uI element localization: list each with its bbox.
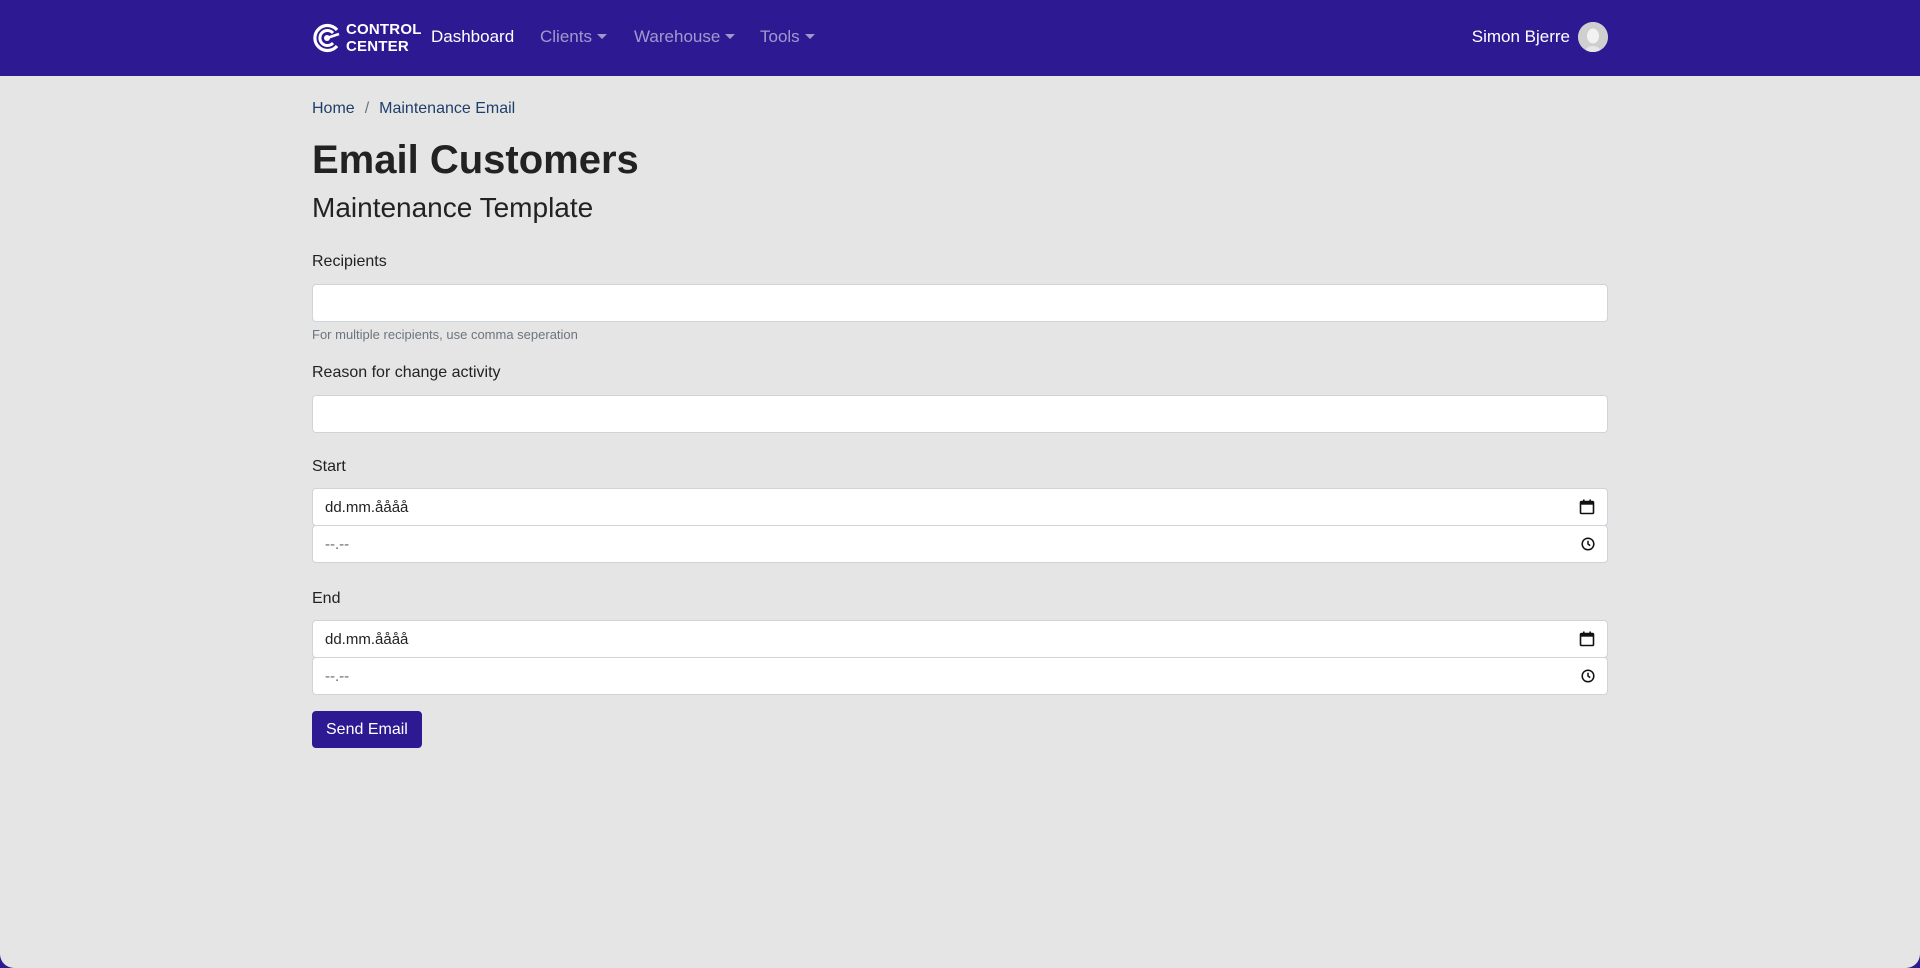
user-name: Simon Bjerre	[1471, 27, 1570, 46]
actions: Send Email	[312, 711, 1608, 748]
brand-line-1: CONTROL	[346, 21, 422, 38]
clock-icon[interactable]	[1581, 537, 1595, 551]
start-time-input[interactable]: --.--	[312, 525, 1608, 563]
brand-logo[interactable]: CONTROL CENTER	[312, 20, 422, 56]
nav-clients-dropdown[interactable]: Clients	[540, 26, 607, 48]
reason-input[interactable]	[312, 395, 1608, 433]
nav-tools-label: Tools	[760, 27, 800, 46]
page-subtitle: Maintenance Template	[312, 192, 594, 223]
nav-clients-label: Clients	[540, 27, 592, 46]
send-email-button[interactable]: Send Email	[312, 711, 422, 748]
recipients-input[interactable]	[312, 284, 1608, 322]
page-title: Email Customers	[312, 138, 639, 182]
nav-tools-dropdown[interactable]: Tools	[760, 26, 815, 48]
brand-line-2: CENTER	[346, 38, 409, 55]
reason-label: Reason for change activity	[312, 364, 501, 381]
caret-down-icon	[596, 34, 607, 39]
breadcrumb-home-link[interactable]: Home	[312, 100, 355, 122]
recipients-group: Recipients For multiple recipients, use …	[312, 252, 1608, 343]
caret-down-icon	[804, 34, 815, 39]
end-time-input[interactable]: --.--	[312, 657, 1608, 695]
end-label: End	[312, 590, 341, 607]
nav-dashboard[interactable]: Dashboard	[431, 26, 514, 48]
breadcrumb: Home / Maintenance Email	[312, 100, 1608, 122]
reason-group: Reason for change activity	[312, 363, 1608, 433]
main-content: Home / Maintenance Email Email Customers…	[312, 100, 1608, 748]
end-time-placeholder: --.--	[325, 667, 350, 685]
calendar-icon[interactable]	[1579, 631, 1595, 647]
top-navbar: CONTROL CENTER Dashboard Clients Warehou…	[0, 0, 1920, 76]
nav-dashboard-label: Dashboard	[431, 27, 515, 46]
recipients-label: Recipients	[312, 253, 387, 270]
start-date-placeholder: dd.mm.åååå	[325, 498, 409, 516]
start-date-input[interactable]: dd.mm.åååå	[312, 488, 1608, 526]
nav-warehouse-label: Warehouse	[634, 27, 721, 46]
nav-warehouse-dropdown[interactable]: Warehouse	[634, 26, 736, 48]
end-date-placeholder: dd.mm.åååå	[325, 630, 409, 648]
start-label: Start	[312, 458, 346, 475]
app-window: CONTROL CENTER Dashboard Clients Warehou…	[0, 0, 1920, 968]
target-c-icon	[312, 23, 342, 53]
end-date-input[interactable]: dd.mm.åååå	[312, 620, 1608, 658]
end-group: End dd.mm.åååå --.--	[312, 589, 1608, 695]
avatar-icon	[1578, 22, 1608, 52]
caret-down-icon	[725, 34, 736, 39]
start-group: Start dd.mm.åååå --.--	[312, 457, 1608, 563]
breadcrumb-separator: /	[364, 100, 370, 117]
start-time-placeholder: --.--	[325, 535, 350, 553]
breadcrumb-current[interactable]: Maintenance Email	[379, 100, 515, 122]
recipients-help-text: For multiple recipients, use comma seper…	[312, 327, 578, 342]
clock-icon[interactable]	[1581, 669, 1595, 683]
calendar-icon[interactable]	[1579, 499, 1595, 515]
user-menu[interactable]: Simon Bjerre	[1472, 22, 1608, 52]
brand-name: CONTROL CENTER	[346, 21, 422, 55]
